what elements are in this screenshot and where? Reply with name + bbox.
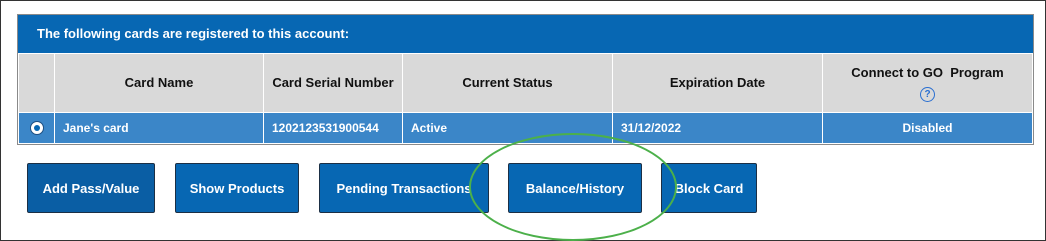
cards-table: Card Name Card Serial Number Current Sta… xyxy=(18,53,1033,144)
cell-connect-go: Disabled xyxy=(822,112,1033,144)
column-header-serial-number: Card Serial Number xyxy=(263,53,403,113)
block-card-button[interactable]: Block Card xyxy=(661,163,757,213)
card-radio-button[interactable] xyxy=(29,121,44,136)
pending-transactions-button[interactable]: Pending Transactions xyxy=(319,163,489,213)
row-select-cell[interactable] xyxy=(18,112,55,144)
cell-serial-number: 1202123531900544 xyxy=(263,112,403,144)
page-frame: The following cards are registered to th… xyxy=(0,0,1046,241)
cell-expiration-date: 31/12/2022 xyxy=(612,112,823,144)
cell-current-status: Active xyxy=(402,112,613,144)
table-header-row: Card Name Card Serial Number Current Sta… xyxy=(18,53,1033,113)
column-header-connect-go: Connect to GO Program ? xyxy=(822,53,1033,113)
panel-header: The following cards are registered to th… xyxy=(18,15,1033,53)
registered-cards-panel: The following cards are registered to th… xyxy=(17,14,1034,145)
add-pass-value-button[interactable]: Add Pass/Value xyxy=(27,163,155,213)
show-products-button[interactable]: Show Products xyxy=(175,163,299,213)
column-header-card-name: Card Name xyxy=(54,53,264,113)
balance-history-button[interactable]: Balance/History xyxy=(508,163,642,213)
question-circle-icon[interactable]: ? xyxy=(920,87,935,102)
column-header-select xyxy=(18,53,55,113)
column-header-current-status: Current Status xyxy=(402,53,613,113)
cell-card-name: Jane's card xyxy=(54,112,264,144)
table-row[interactable]: Jane's card 1202123531900544 Active 31/1… xyxy=(18,112,1033,144)
column-header-expiration-date: Expiration Date xyxy=(612,53,823,113)
connect-go-label: Connect to GO Program xyxy=(851,65,1004,80)
